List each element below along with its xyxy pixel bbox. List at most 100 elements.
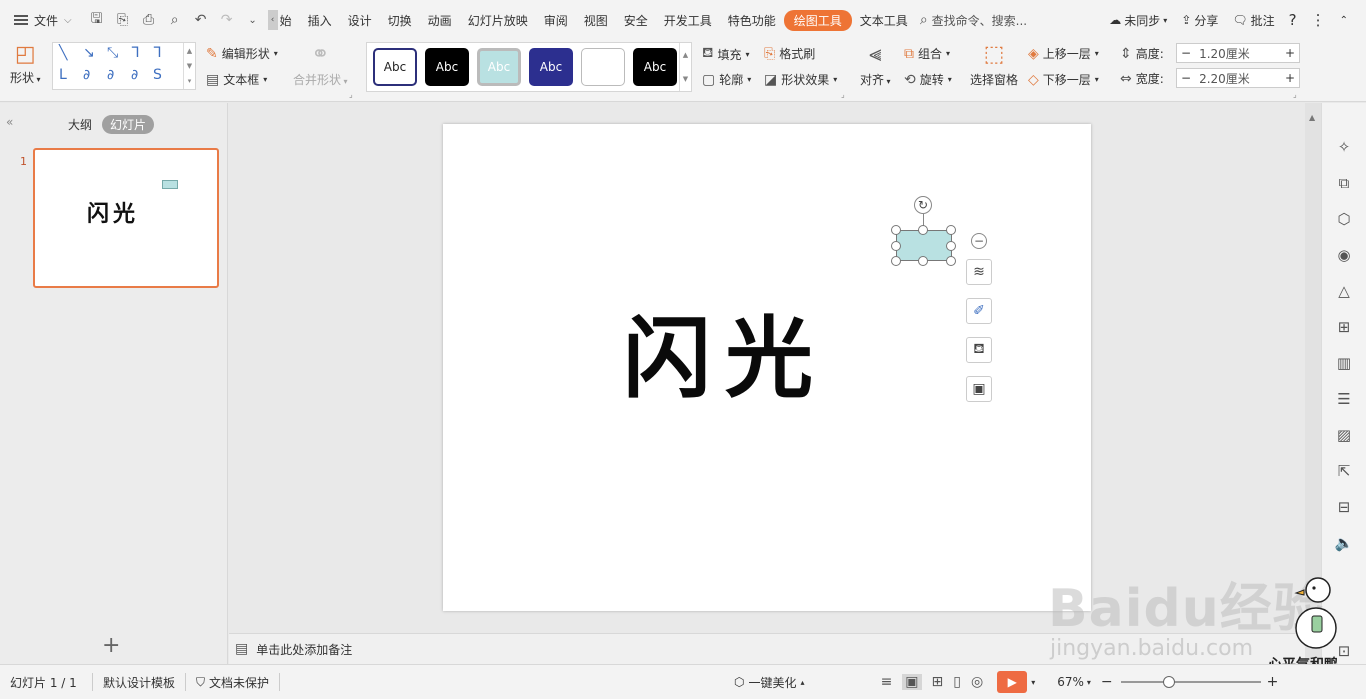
size-launcher-icon[interactable]: ⌟ <box>1293 90 1297 99</box>
resize-handle-bm[interactable] <box>918 256 928 266</box>
print-preview-icon[interactable]: ⌕ <box>166 12 184 28</box>
tab-features[interactable]: 特色功能 <box>720 12 784 29</box>
shape-button[interactable]: ◰ 形状 ▾ <box>10 42 41 86</box>
zoom-in-icon[interactable]: + <box>1267 674 1279 690</box>
tab-scroll-left[interactable]: ‹ <box>267 10 278 30</box>
curve-connector-icon[interactable]: ∂ <box>83 67 90 83</box>
style-launcher-icon[interactable]: ⌟ <box>841 90 845 99</box>
tab-insert[interactable]: 插入 <box>300 12 340 29</box>
shape-effect-button[interactable]: ◪ 形状效果 ▾ <box>764 71 837 88</box>
speaker-icon[interactable]: 🔈 <box>1334 533 1354 553</box>
style-black-2[interactable]: Abc <box>633 48 677 86</box>
tab-animation[interactable]: 动画 <box>420 12 460 29</box>
location-icon[interactable]: ◉ <box>1334 245 1354 265</box>
height-field[interactable]: − 1.20厘米 + <box>1176 43 1300 63</box>
rotate-button[interactable]: ⟲ 旋转 ▾ <box>904 71 952 88</box>
more-icon[interactable]: ⋮ <box>1311 11 1326 29</box>
resize-handle-tl[interactable] <box>891 225 901 235</box>
shape-gallery[interactable]: ╲ ↘ ⤡ ᒣ ᒣ ᒪ ∂ ∂ ∂ S ▲ ▼ ▾ <box>52 42 196 90</box>
collapse-pane-icon[interactable]: « <box>6 115 13 129</box>
select-pane-button[interactable]: ⬚ 选择窗格 <box>970 42 1018 88</box>
tab-slides[interactable]: 幻灯片 <box>102 115 155 134</box>
outline-button[interactable]: ▢ 轮廓 ▾ <box>702 71 751 88</box>
tab-outline[interactable]: 大纲 <box>68 116 92 133</box>
tab-drawing-tools[interactable]: 绘图工具 <box>783 9 852 31</box>
style-gallery-scroll[interactable]: ▲ ▼ <box>679 43 691 91</box>
resize-handle-ml[interactable] <box>891 241 901 251</box>
scroll-up-icon[interactable]: ▲ <box>1309 113 1315 122</box>
slide[interactable]: 闪光 <box>443 124 1091 611</box>
file-menu[interactable]: 文件 ⌵ <box>0 12 82 29</box>
tab-review[interactable]: 审阅 <box>536 12 576 29</box>
resize-handle-br[interactable] <box>946 256 956 266</box>
image-icon[interactable]: ▨ <box>1334 425 1354 445</box>
merge-shape-button[interactable]: ⚭ 合并形状 ▾ <box>293 42 348 88</box>
freeform-icon[interactable]: S <box>153 67 162 83</box>
height-value[interactable]: 1.20厘米 <box>1191 45 1285 62</box>
collapse-toolbar-icon[interactable]: − <box>971 233 987 249</box>
add-slide-button[interactable]: + <box>102 633 120 658</box>
style-white[interactable] <box>581 48 625 86</box>
box-icon[interactable]: ⊟ <box>1334 497 1354 517</box>
slide-thumbnail[interactable]: 闪光 <box>33 148 219 288</box>
style-outline-navy[interactable]: Abc <box>373 48 417 86</box>
elbow-connector-icon[interactable]: ᒣ <box>131 45 140 61</box>
comment-button[interactable]: 🗨 批注 <box>1232 12 1274 29</box>
sorter-view-icon[interactable]: ⊞ <box>932 674 944 690</box>
design-template[interactable]: 默认设计模板 <box>97 674 181 691</box>
resize-handle-tr[interactable] <box>946 225 956 235</box>
elbow-arrow-icon[interactable]: ᒣ <box>153 45 162 61</box>
height-increment[interactable]: + <box>1285 46 1295 60</box>
print-icon[interactable]: ⎙ <box>140 12 158 28</box>
text-box-button[interactable]: ▤ 文本框 ▾ <box>206 71 267 88</box>
group-launcher-icon[interactable]: ⌟ <box>349 90 353 99</box>
scroll-down-icon[interactable]: ▼ <box>187 62 192 70</box>
settings-sliders-icon[interactable]: ☰ <box>1334 389 1354 409</box>
tab-text-tools[interactable]: 文本工具 <box>852 12 916 29</box>
pin-icon[interactable]: ✧ <box>1334 137 1354 157</box>
resize-handle-tm[interactable] <box>918 225 928 235</box>
tab-view[interactable]: 视图 <box>576 12 616 29</box>
slide-title[interactable]: 闪光 <box>623 288 827 415</box>
width-field[interactable]: − 2.20厘米 + <box>1176 68 1300 88</box>
resize-handle-bl[interactable] <box>891 256 901 266</box>
group-button[interactable]: ⧉ 组合 ▾ <box>904 45 950 62</box>
shape-style-gallery[interactable]: Abc Abc Abc Abc Abc ▲ ▼ <box>366 42 692 92</box>
command-search[interactable]: ⌕ 查找命令、搜索... <box>920 12 1027 29</box>
double-arrow-icon[interactable]: ⤡ <box>107 45 118 61</box>
style-light-teal[interactable]: Abc <box>477 48 521 86</box>
normal-view-icon[interactable]: ▣ <box>902 674 922 690</box>
edit-shape-button[interactable]: ✎ 编辑形状 ▾ <box>206 45 278 62</box>
elbow-double-arrow-icon[interactable]: ᒪ <box>59 67 67 83</box>
curve-double-arrow-icon[interactable]: ∂ <box>131 67 138 83</box>
fill-button[interactable]: ⛾ 填充 ▾ <box>702 45 749 63</box>
resize-handle-mr[interactable] <box>946 241 956 251</box>
share-button[interactable]: ⇪ 分享 <box>1181 12 1218 29</box>
zoom-out-icon[interactable]: − <box>1101 674 1113 690</box>
scroll-up-icon[interactable]: ▲ <box>683 51 688 59</box>
collapse-ribbon-icon[interactable]: ⌃ <box>1340 15 1348 26</box>
tab-slideshow[interactable]: 幻灯片放映 <box>460 12 536 29</box>
zoom-slider-knob[interactable] <box>1162 676 1175 688</box>
line-shape-icon[interactable]: ╲ <box>59 45 67 61</box>
expand-icon[interactable]: ▾ <box>188 77 192 85</box>
curve-arrow-icon[interactable]: ∂ <box>107 67 114 83</box>
width-increment[interactable]: + <box>1285 71 1295 85</box>
scroll-up-icon[interactable]: ▲ <box>187 47 192 55</box>
style-navy[interactable]: Abc <box>529 48 573 86</box>
sync-button[interactable]: ☁ 未同步 ▾ <box>1109 12 1167 29</box>
notes-toggle-icon[interactable]: ≡ <box>881 674 893 690</box>
tab-home[interactable]: 始 <box>278 12 300 29</box>
tab-developer[interactable]: 开发工具 <box>656 12 720 29</box>
triangle-icon[interactable]: △ <box>1334 281 1354 301</box>
chart-icon[interactable]: ▥ <box>1334 353 1354 373</box>
height-decrement[interactable]: − <box>1181 46 1191 60</box>
expand-icon[interactable]: ▼ <box>683 75 688 83</box>
object-panel-icon[interactable]: ⬡ <box>1334 209 1354 229</box>
chevron-down-icon[interactable]: ▾ <box>1031 678 1035 687</box>
gallery-scroll[interactable]: ▲ ▼ ▾ <box>183 43 195 89</box>
format-painter-button[interactable]: ⎘ 格式刷 <box>764 45 815 62</box>
save-icon[interactable]: 🖫 <box>88 8 106 32</box>
rotate-handle-icon[interactable]: ↻ <box>914 196 932 214</box>
speaker-view-icon[interactable]: ◎ <box>971 674 983 690</box>
